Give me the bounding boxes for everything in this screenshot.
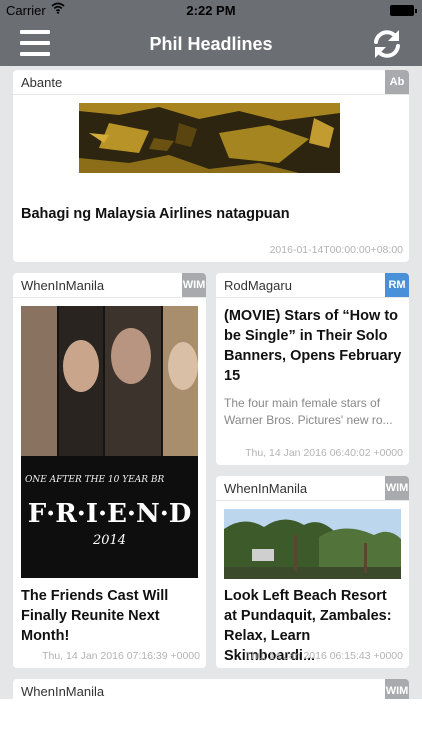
image-caption: ONE AFTER THE 10 YEAR BR [25,475,165,485]
page-title: Phil Headlines [149,34,273,54]
publish-date: Thu, 14 Jan 2016 06:40:02 +0000 [245,447,403,459]
source-badge: Ab [385,70,409,94]
headline: The Friends Cast Will Finally Reunite Ne… [21,588,169,644]
publish-date: Thu, 14 Jan 2016 07:16:39 +0000 [42,650,200,662]
article-card[interactable]: WhenInManila WIM ONE AFTER THE 10 YEAR B… [13,273,206,668]
headline: Bahagi ng Malaysia Airlines natagpuan [21,206,290,222]
headline: (MOVIE) Stars of “How to be Single” in T… [224,308,402,384]
publish-date: 2016-01-14T00:00:00+08:00 [269,244,403,256]
source-name: WhenInManila [224,481,308,496]
source-name: WhenInManila [21,684,105,699]
article-image [79,103,340,173]
article-card[interactable]: RodMagaru RM (MOVIE) Stars of “How to be… [216,273,409,465]
source-badge: WIM [182,273,206,297]
headline-feed[interactable]: Abante Ab Bahagi ng Malaysia Airlines na… [0,66,422,699]
divider [216,500,409,501]
source-name: WhenInManila [21,278,105,293]
divider [13,297,206,298]
article-card[interactable]: WhenInManila WIM Look Left Beach Resort … [216,476,409,668]
article-card[interactable]: Abante Ab Bahagi ng Malaysia Airlines na… [13,70,409,262]
clock: 2:22 PM [186,3,236,18]
battery-icon [390,5,417,16]
article-card[interactable]: WhenInManila WIM [13,679,409,699]
divider [216,297,409,298]
image-title: F·R·I·E·N·D [27,499,192,529]
nav-bar: Phil Headlines [0,22,422,66]
status-bar: Carrier 2:22 PM [0,0,422,22]
divider [13,94,409,95]
source-name: RodMagaru [224,278,292,293]
source-badge: WIM [385,476,409,500]
source-badge: WIM [385,679,409,699]
source-badge: RM [385,273,409,297]
summary: The four main female stars of Warner Bro… [224,396,393,427]
article-image: ONE AFTER THE 10 YEAR BR F·R·I·E·N·D 201… [21,306,198,578]
source-name: Abante [21,75,63,90]
publish-date: Thu, 14 Jan 2016 06:15:43 +0000 [245,650,403,662]
article-image [224,509,401,579]
refresh-icon[interactable] [370,27,404,61]
image-year: 2014 [92,533,127,548]
